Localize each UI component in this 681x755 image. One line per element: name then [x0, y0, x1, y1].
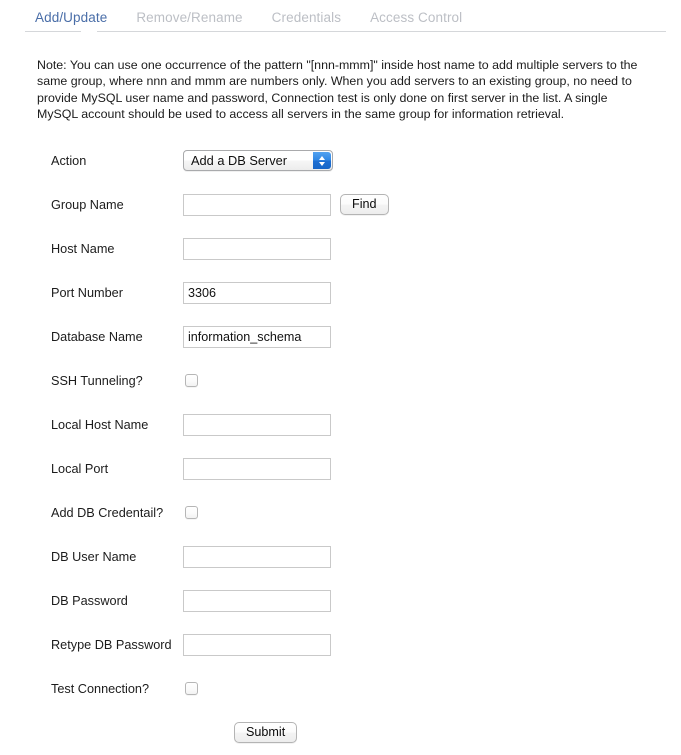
label-add-db-credential: Add DB Credentail?: [51, 505, 164, 520]
label-database-name: Database Name: [51, 329, 143, 344]
control-db-user-name: [183, 545, 331, 568]
form-row-local-host-name: Local Host Name: [51, 403, 681, 447]
label-local-host-name: Local Host Name: [51, 417, 149, 432]
label-action: Action: [51, 153, 87, 168]
label-test-connection: Test Connection?: [51, 681, 150, 696]
note-text: Note: You can use one occurrence of the …: [37, 58, 638, 122]
control-group-name: Find: [183, 193, 389, 216]
tab-remove-rename[interactable]: Remove/Rename: [136, 9, 259, 27]
action-select-value: Add a DB Server: [191, 153, 288, 169]
tab-list: Add/Update Remove/Rename Credentials Acc…: [0, 0, 681, 27]
control-db-password: [183, 589, 331, 612]
control-action: Add a DB Server: [183, 150, 333, 172]
tab-access-control[interactable]: Access Control: [370, 9, 479, 27]
action-select[interactable]: Add a DB Server: [183, 150, 333, 172]
ssh-tunneling-checkbox[interactable]: [185, 374, 198, 388]
control-database-name: [183, 325, 331, 348]
host-name-input[interactable]: [183, 237, 331, 260]
local-port-input[interactable]: [183, 457, 331, 480]
label-retype-db-password: Retype DB Password: [51, 637, 172, 652]
control-retype-db-password: [183, 633, 331, 656]
control-test-connection: [183, 682, 198, 696]
form-row-test-connection: Test Connection?: [51, 667, 681, 711]
db-server-form: Action Add a DB Server Group Name Find H…: [0, 139, 681, 755]
label-host-name: Host Name: [51, 241, 115, 256]
tab-add-update[interactable]: Add/Update: [35, 9, 124, 27]
form-row-retype-db-password: Retype DB Password: [51, 623, 681, 667]
control-local-host-name: [183, 413, 331, 436]
label-ssh-tunneling: SSH Tunneling?: [51, 373, 143, 388]
label-port-number: Port Number: [51, 285, 123, 300]
group-name-input[interactable]: [183, 193, 331, 216]
form-row-add-db-credential: Add DB Credentail?: [51, 491, 681, 535]
control-port-number: [183, 281, 331, 304]
submit-button[interactable]: Submit: [234, 722, 298, 744]
form-row-submit: Submit: [51, 711, 681, 755]
form-row-db-password: DB Password: [51, 579, 681, 623]
database-name-input[interactable]: [183, 325, 331, 348]
test-connection-checkbox[interactable]: [185, 682, 198, 696]
control-ssh-tunneling: [183, 374, 198, 388]
tab-divider: [25, 31, 666, 32]
retype-db-password-input[interactable]: [183, 633, 331, 656]
tab-credentials[interactable]: Credentials: [272, 9, 358, 27]
form-row-database-name: Database Name: [51, 315, 681, 359]
port-number-input[interactable]: [183, 281, 331, 304]
find-button[interactable]: Find: [340, 194, 389, 216]
db-password-input[interactable]: [183, 589, 331, 612]
control-add-db-credential: [183, 506, 198, 520]
form-row-ssh-tunneling: SSH Tunneling?: [51, 359, 681, 403]
local-host-name-input[interactable]: [183, 413, 331, 436]
add-db-credential-checkbox[interactable]: [185, 506, 198, 520]
form-row-group-name: Group Name Find: [51, 183, 681, 227]
form-row-action: Action Add a DB Server: [51, 139, 681, 183]
label-db-user-name: DB User Name: [51, 549, 137, 564]
chevron-up-down-icon[interactable]: [313, 152, 331, 170]
form-row-local-port: Local Port: [51, 447, 681, 491]
form-row-host-name: Host Name: [51, 227, 681, 271]
label-db-password: DB Password: [51, 593, 128, 608]
form-row-db-user-name: DB User Name: [51, 535, 681, 579]
tab-bar: Add/Update Remove/Rename Credentials Acc…: [0, 0, 681, 38]
control-host-name: [183, 237, 331, 260]
label-local-port: Local Port: [51, 461, 109, 476]
control-local-port: [183, 457, 331, 480]
db-user-name-input[interactable]: [183, 545, 331, 568]
label-group-name: Group Name: [51, 197, 124, 212]
active-tab-caret-mask: [81, 30, 97, 33]
form-row-port-number: Port Number: [51, 271, 681, 315]
